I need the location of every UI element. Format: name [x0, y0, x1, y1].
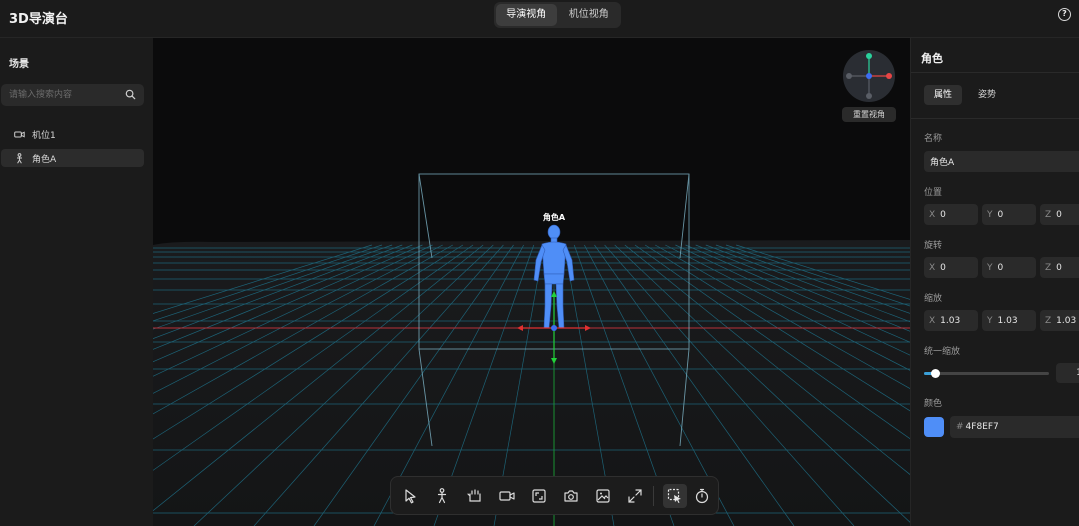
frame-icon[interactable] — [530, 487, 548, 505]
person-icon — [17, 152, 22, 164]
position-z-field[interactable]: Z0 — [1040, 204, 1079, 225]
orientation-gizmo[interactable] — [843, 50, 895, 102]
hash-prefix: # — [956, 422, 964, 432]
axis-label-z: Z — [1045, 315, 1052, 326]
rotation-x-value: 0 — [940, 262, 946, 273]
rotation-label: 旋转 — [924, 241, 943, 251]
axis-label-x: X — [929, 209, 936, 220]
scene-canvas[interactable] — [153, 38, 910, 526]
camera-tool-icon[interactable] — [498, 487, 516, 505]
character-label: 角色A — [542, 213, 566, 222]
name-label: 名称 — [924, 134, 943, 144]
scene-panel-title: 场景 — [9, 59, 29, 70]
color-hex-value: 4F8EF7 — [965, 422, 999, 432]
rotation-x-field[interactable]: X0 — [924, 257, 978, 278]
camera-icon — [14, 131, 25, 137]
uniform-scale-label: 统一缩放 — [924, 347, 961, 357]
position-x-field[interactable]: X0 — [924, 204, 978, 225]
app-title: 3D导演台 — [9, 12, 68, 27]
pose-icon[interactable] — [466, 487, 484, 505]
fullscreen-icon[interactable] — [626, 487, 644, 505]
scale-y-value: 1.03 — [997, 315, 1018, 326]
reset-view-button[interactable]: 重置视角 — [842, 107, 896, 122]
view-switch: 导演视角 机位视角 — [494, 2, 621, 28]
screenshot-icon[interactable] — [562, 487, 580, 505]
position-label: 位置 — [924, 188, 943, 198]
add-character-icon[interactable] — [433, 487, 451, 505]
scene-search — [1, 84, 144, 106]
position-y-value: 0 — [997, 209, 1004, 220]
scale-z-value: 1.03 — [1056, 315, 1077, 326]
scene-item-label: 角色A — [32, 154, 57, 165]
axis-label-y: Y — [987, 315, 993, 326]
slider-thumb[interactable] — [931, 369, 941, 378]
rotation-fields: X0 Y0 Z0 — [924, 257, 1079, 278]
position-fields: X0 Y0 Z0 — [924, 204, 1079, 225]
top-bar: 3D导演台 导演视角 机位视角 ? — [0, 0, 1079, 38]
divider — [911, 118, 1079, 119]
help-icon[interactable]: ? — [1058, 8, 1071, 21]
scale-z-field[interactable]: Z 1.03 — [1040, 310, 1079, 331]
tab-attributes[interactable]: 属性 — [924, 85, 963, 105]
toolbar-divider — [653, 486, 654, 506]
axis-label-x: X — [929, 315, 936, 326]
3d-viewport[interactable]: 重置视角 角色A — [153, 38, 910, 526]
search-input[interactable] — [1, 84, 121, 106]
timer-icon[interactable] — [693, 487, 711, 505]
axis-label-x: X — [929, 262, 936, 273]
rotation-z-value: 0 — [1056, 262, 1062, 273]
scale-x-field[interactable]: X 1.03 — [924, 310, 978, 331]
image-export-icon[interactable] — [594, 487, 612, 505]
property-panel: 角色 属性 姿势 名称 位置 X0 Y0 Z0 旋转 X0 Y0 Z0 缩放 X… — [910, 38, 1079, 526]
axis-label-z: Z — [1045, 209, 1052, 220]
tab-camera-view[interactable]: 机位视角 — [559, 4, 620, 26]
scene-item-camera[interactable]: 机位1 — [1, 125, 144, 143]
color-hex-field[interactable]: #4F8EF7 — [950, 416, 1079, 438]
axis-label-y: Y — [987, 209, 993, 220]
position-y-field[interactable]: Y0 — [982, 204, 1036, 225]
bottom-toolbar — [390, 476, 719, 515]
axis-label-y: Y — [987, 262, 993, 273]
position-z-value: 0 — [1056, 209, 1062, 220]
axis-label-z: Z — [1045, 262, 1052, 273]
property-tabs: 属性 姿势 — [924, 85, 1006, 105]
uniform-scale-input[interactable]: 1 — [1056, 363, 1079, 383]
scene-item-label: 机位1 — [32, 130, 56, 141]
tab-director-view[interactable]: 导演视角 — [496, 4, 557, 26]
color-swatch[interactable] — [924, 417, 944, 437]
color-label: 颜色 — [924, 399, 943, 409]
scale-fields: X 1.03 Y 1.03 Z 1.03 — [924, 310, 1079, 331]
scene-item-character[interactable]: 角色A — [1, 149, 144, 167]
scale-x-value: 1.03 — [940, 315, 961, 326]
rotation-y-value: 0 — [997, 262, 1004, 273]
tab-pose[interactable]: 姿势 — [968, 85, 1006, 105]
search-icon[interactable] — [125, 89, 136, 100]
rotation-z-field[interactable]: Z0 — [1040, 257, 1079, 278]
name-field[interactable] — [924, 151, 1079, 172]
uniform-scale-slider[interactable] — [924, 369, 1049, 378]
scene-panel: 场景 机位1 角色A — [0, 38, 153, 526]
rotation-y-field[interactable]: Y0 — [982, 257, 1036, 278]
scale-y-field[interactable]: Y 1.03 — [982, 310, 1036, 331]
select-tool-icon[interactable] — [401, 487, 419, 505]
position-x-value: 0 — [940, 209, 946, 220]
pick-tool-icon[interactable] — [663, 484, 687, 508]
property-panel-title: 角色 — [921, 52, 943, 65]
divider — [911, 72, 1079, 73]
scale-label: 缩放 — [924, 294, 943, 304]
